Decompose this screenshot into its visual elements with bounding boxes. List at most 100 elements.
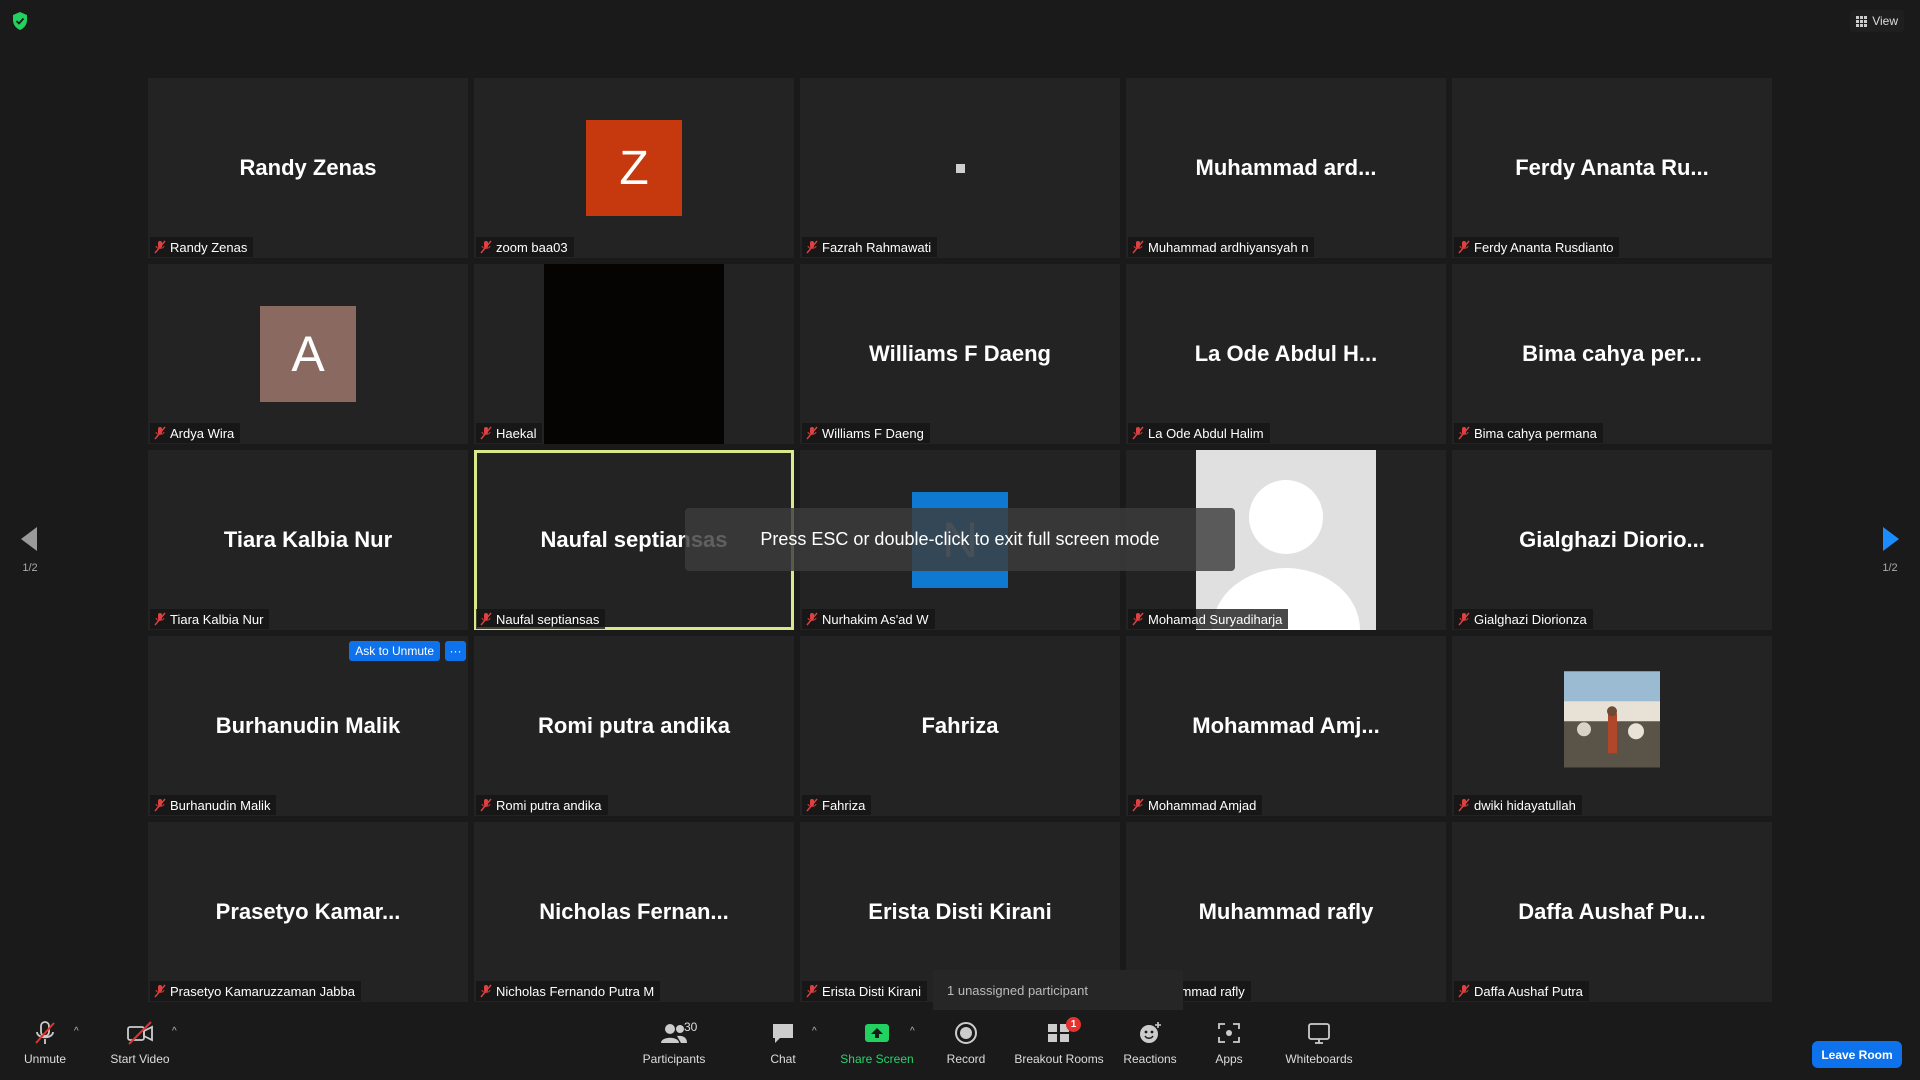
muted-mic-icon (1132, 426, 1144, 440)
whiteboards-label: Whiteboards (1285, 1052, 1353, 1066)
participant-name: Fazrah Rahmawati (822, 239, 932, 255)
participant-name: Romi putra andika (496, 797, 602, 813)
breakout-rooms-button[interactable]: 1 Breakout Rooms (1014, 1017, 1104, 1076)
participant-display-name: Romi putra andika (538, 713, 730, 738)
view-button[interactable]: View (1850, 10, 1904, 32)
record-button[interactable]: Record (944, 1020, 988, 1076)
muted-mic-icon (806, 240, 818, 254)
next-page-button[interactable]: 1/2 (1870, 524, 1910, 574)
grid-view-icon (1856, 15, 1868, 27)
unmute-label: Unmute (23, 1052, 67, 1066)
apps-label: Apps (1215, 1052, 1243, 1066)
fullscreen-exit-hint: Press ESC or double-click to exit full s… (685, 508, 1235, 571)
participant-display-name: Erista Disti Kirani (868, 899, 1052, 924)
muted-mic-icon (806, 426, 818, 440)
shield-security-icon[interactable] (12, 12, 28, 30)
participants-count: 30 (684, 1020, 698, 1034)
record-label: Record (946, 1052, 986, 1066)
participant-name: Tiara Kalbia Nur (170, 611, 264, 627)
participant-tile[interactable]: Ask to Unmute ··· Burhanudin Malik Burha… (148, 636, 468, 816)
participant-name-label: Fazrah Rahmawati (802, 237, 938, 257)
unassigned-participant-tooltip[interactable]: 1 unassigned participant (933, 970, 1183, 1017)
participant-tile[interactable]: Gialghazi Diorio... Gialghazi Diorionza (1452, 450, 1772, 630)
view-label: View (1872, 14, 1898, 28)
participant-name: Bima cahya permana (1474, 425, 1597, 441)
reactions-button[interactable]: Reactions (1123, 1020, 1177, 1076)
chat-button[interactable]: Chat (766, 1020, 800, 1076)
muted-mic-icon (154, 240, 166, 254)
video-options-caret[interactable]: ^ (172, 1026, 177, 1037)
participant-avatar: A (260, 306, 356, 402)
participant-name: Gialghazi Diorionza (1474, 611, 1587, 627)
apps-button[interactable]: Apps (1212, 1020, 1246, 1076)
participant-name: zoom baa03 (496, 239, 568, 255)
participant-display-name: Williams F Daeng (869, 341, 1051, 366)
participant-tile[interactable]: A Ardya Wira (148, 264, 468, 444)
participant-name-label: Nurhakim As'ad W (802, 609, 935, 629)
chat-options-caret[interactable]: ^ (812, 1026, 817, 1037)
participant-name: Daffa Aushaf Putra (1474, 983, 1583, 999)
muted-mic-icon (1132, 612, 1144, 626)
apps-icon (1218, 1023, 1240, 1043)
participant-tile[interactable]: Fahriza Fahriza (800, 636, 1120, 816)
participant-name: Erista Disti Kirani (822, 983, 921, 999)
participant-name-label: Bima cahya permana (1454, 423, 1603, 443)
participant-name: dwiki hidayatullah (1474, 797, 1576, 813)
participant-name-label: Fahriza (802, 795, 872, 815)
participant-tile[interactable]: Mohammad Amj... Mohammad Amjad (1126, 636, 1446, 816)
ask-to-unmute-button[interactable]: Ask to Unmute (349, 641, 440, 661)
participant-tile[interactable]: Nicholas Fernan... Nicholas Fernando Put… (474, 822, 794, 1002)
reactions-label: Reactions (1123, 1052, 1177, 1066)
participant-tile[interactable]: Z zoom baa03 (474, 78, 794, 258)
participant-tile[interactable]: Romi putra andika Romi putra andika (474, 636, 794, 816)
breakout-rooms-badge: 1 (1066, 1017, 1081, 1032)
participant-name: Williams F Daeng (822, 425, 924, 441)
participant-name-label: Prasetyo Kamaruzzaman Jabba (150, 981, 361, 1001)
participant-tile[interactable]: Fazrah Rahmawati (800, 78, 1120, 258)
participant-name: Nurhakim As'ad W (822, 611, 929, 627)
share-screen-button[interactable]: Share Screen (840, 1020, 914, 1076)
participant-display-name: Burhanudin Malik (215, 713, 401, 738)
participant-tile[interactable]: Williams F Daeng Williams F Daeng (800, 264, 1120, 444)
muted-mic-icon (480, 426, 492, 440)
participant-tile[interactable]: Muhammad ard... Muhammad ardhiyansyah n (1126, 78, 1446, 258)
participant-tile[interactable]: Prasetyo Kamar... Prasetyo Kamaruzzaman … (148, 822, 468, 1002)
start-video-button[interactable]: Start Video (108, 1020, 172, 1076)
participant-tile[interactable]: La Ode Abdul H... La Ode Abdul Halim (1126, 264, 1446, 444)
participants-label: Participants (642, 1052, 706, 1066)
participant-name: Prasetyo Kamaruzzaman Jabba (170, 983, 355, 999)
unmute-button[interactable]: Unmute (22, 1020, 68, 1076)
participant-name: Ferdy Ananta Rusdianto (1474, 239, 1614, 255)
participant-tile[interactable]: Randy Zenas Randy Zenas (148, 78, 468, 258)
participant-tile[interactable]: Tiara Kalbia Nur Tiara Kalbia Nur (148, 450, 468, 630)
muted-mic-icon (1458, 426, 1470, 440)
participant-tile[interactable]: Haekal (474, 264, 794, 444)
participant-tile[interactable]: Daffa Aushaf Pu... Daffa Aushaf Putra (1452, 822, 1772, 1002)
participant-display-name: Nicholas Fernan... (539, 899, 729, 924)
leave-room-button[interactable]: Leave Room (1812, 1041, 1902, 1068)
start-video-label: Start Video (110, 1052, 170, 1066)
participant-display-name: Prasetyo Kamar... (215, 899, 401, 924)
previous-page-button[interactable]: 1/2 (10, 524, 50, 574)
more-options-button[interactable]: ··· (445, 641, 466, 661)
participant-name: Haekal (496, 425, 537, 441)
record-icon (955, 1022, 977, 1044)
muted-mic-icon (1458, 240, 1470, 254)
whiteboards-button[interactable]: Whiteboards (1284, 1020, 1354, 1076)
muted-mic-icon (1132, 798, 1144, 812)
participant-tile[interactable]: Ferdy Ananta Ru... Ferdy Ananta Rusdiant… (1452, 78, 1772, 258)
participant-name: Randy Zenas (170, 239, 248, 255)
participant-tile[interactable]: Bima cahya per... Bima cahya permana (1452, 264, 1772, 444)
reactions-smiley-icon (1140, 1022, 1161, 1043)
participant-name-label: Nicholas Fernando Putra M (476, 981, 661, 1001)
participant-display-name: Tiara Kalbia Nur (223, 527, 393, 552)
share-options-caret[interactable]: ^ (910, 1026, 915, 1037)
participants-button[interactable]: 30 Participants (640, 1020, 708, 1076)
participant-tile[interactable]: dwiki hidayatullah (1452, 636, 1772, 816)
page-indicator: 1/2 (1882, 562, 1898, 574)
audio-options-caret[interactable]: ^ (74, 1026, 79, 1037)
participant-name-label: Muhammad ardhiyansyah n (1128, 237, 1315, 257)
muted-mic-icon (1458, 612, 1470, 626)
participant-display-name: La Ode Abdul H... (1194, 341, 1378, 366)
video-off-icon (127, 1021, 153, 1045)
